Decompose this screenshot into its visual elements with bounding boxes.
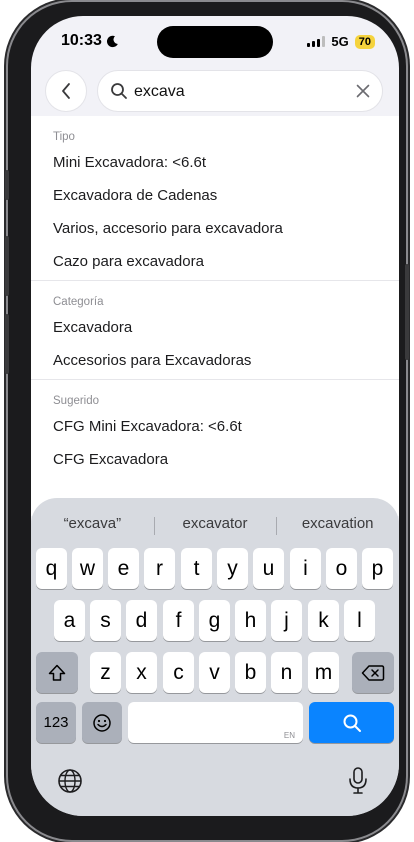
key-q[interactable]: q bbox=[36, 548, 67, 589]
search-input[interactable] bbox=[134, 81, 334, 103]
network-label: 5G bbox=[331, 34, 349, 49]
search-header bbox=[31, 66, 399, 116]
key-a[interactable]: a bbox=[54, 600, 85, 641]
key-y[interactable]: y bbox=[217, 548, 248, 589]
key-l[interactable]: l bbox=[344, 600, 375, 641]
suggestion-item[interactable]: excavator bbox=[153, 515, 277, 535]
section-sugerido: Sugerido CFG Mini Excavadora: <6.6t CFG … bbox=[31, 380, 399, 478]
key-r[interactable]: r bbox=[144, 548, 175, 589]
space-key[interactable]: EN bbox=[128, 702, 303, 743]
close-icon[interactable] bbox=[356, 84, 370, 98]
key-j[interactable]: j bbox=[271, 600, 302, 641]
power-button bbox=[405, 264, 409, 360]
status-time-group: 10:33 bbox=[61, 32, 119, 50]
delete-key[interactable] bbox=[352, 652, 394, 693]
key-x[interactable]: x bbox=[126, 652, 157, 693]
volume-up-button bbox=[5, 236, 9, 296]
result-item[interactable]: Excavadora de Cadenas bbox=[53, 179, 377, 212]
phone-frame: 10:33 5G 70 excava Tipo Mini Excavadora:… bbox=[5, 2, 409, 840]
key-b[interactable]: b bbox=[235, 652, 266, 693]
globe-icon[interactable] bbox=[57, 768, 83, 794]
search-bar[interactable] bbox=[97, 70, 383, 112]
suggestion-item[interactable]: excavation bbox=[276, 515, 399, 535]
shift-key[interactable] bbox=[36, 652, 78, 693]
key-w[interactable]: w bbox=[72, 548, 103, 589]
key-t[interactable]: t bbox=[181, 548, 212, 589]
key-z[interactable]: z bbox=[90, 652, 121, 693]
key-c[interactable]: c bbox=[163, 652, 194, 693]
moon-icon bbox=[106, 35, 118, 47]
result-item[interactable]: Mini Excavadora: <6.6t bbox=[53, 146, 377, 179]
emoji-key[interactable] bbox=[82, 702, 122, 743]
search-key[interactable] bbox=[309, 702, 394, 743]
section-tipo: Tipo Mini Excavadora: <6.6t Excavadora d… bbox=[31, 116, 399, 281]
key-e[interactable]: e bbox=[108, 548, 139, 589]
signal-icon bbox=[307, 36, 326, 47]
numbers-key[interactable]: 123 bbox=[36, 702, 76, 743]
key-k[interactable]: k bbox=[308, 600, 339, 641]
battery-badge: 70 bbox=[354, 34, 375, 49]
microphone-icon[interactable] bbox=[347, 766, 369, 796]
volume-down-button bbox=[5, 314, 9, 374]
key-i[interactable]: i bbox=[290, 548, 321, 589]
language-hint: EN bbox=[283, 731, 295, 740]
key-h[interactable]: h bbox=[235, 600, 266, 641]
key-o[interactable]: o bbox=[326, 548, 357, 589]
shift-icon bbox=[48, 664, 66, 681]
dynamic-island bbox=[157, 26, 273, 58]
status-time: 10:33 bbox=[61, 32, 102, 49]
backspace-icon bbox=[361, 664, 385, 681]
result-item[interactable]: Excavadora bbox=[53, 311, 377, 344]
emoji-icon bbox=[93, 713, 111, 732]
keyboard-bottom-bar bbox=[31, 760, 399, 800]
section-title: Sugerido bbox=[53, 395, 100, 407]
suggestion-item[interactable]: “excava” bbox=[31, 515, 154, 532]
key-f[interactable]: f bbox=[163, 600, 194, 641]
section-title: Tipo bbox=[53, 131, 75, 143]
silent-switch bbox=[5, 170, 9, 200]
section-title: Categoría bbox=[53, 296, 104, 308]
result-item[interactable]: Cazo para excavadora bbox=[53, 245, 377, 278]
keyboard: “excava” excavator excavation q w e r t … bbox=[31, 498, 399, 816]
key-p[interactable]: p bbox=[362, 548, 393, 589]
result-item[interactable]: CFG Excavadora bbox=[53, 443, 377, 476]
key-row-2: a s d f g h j k l bbox=[31, 600, 399, 641]
result-item[interactable]: Varios, accesorio para excavadora bbox=[53, 212, 377, 245]
screen: 10:33 5G 70 excava Tipo Mini Excavadora:… bbox=[31, 16, 399, 816]
chevron-left-icon bbox=[62, 83, 70, 99]
key-m[interactable]: m bbox=[308, 652, 339, 693]
key-s[interactable]: s bbox=[90, 600, 121, 641]
magnifier-icon bbox=[111, 83, 127, 99]
predictive-bar: “excava” excavator excavation bbox=[31, 506, 399, 540]
status-bar: 10:33 5G 70 bbox=[31, 16, 399, 66]
key-row-4: 123 EN bbox=[31, 702, 399, 743]
key-g[interactable]: g bbox=[199, 600, 230, 641]
key-row-1: q w e r t y u i o p bbox=[31, 548, 399, 589]
status-indicators: 5G 70 bbox=[307, 34, 375, 49]
section-categoria: Categoría Excavadora Accesorios para Exc… bbox=[31, 281, 399, 380]
key-v[interactable]: v bbox=[199, 652, 230, 693]
result-item[interactable]: Accesorios para Excavadoras bbox=[53, 344, 377, 377]
magnifier-icon bbox=[343, 714, 361, 732]
result-item[interactable]: CFG Mini Excavadora: <6.6t bbox=[53, 410, 377, 443]
back-button[interactable] bbox=[45, 70, 87, 112]
key-u[interactable]: u bbox=[253, 548, 284, 589]
key-d[interactable]: d bbox=[126, 600, 157, 641]
key-n[interactable]: n bbox=[271, 652, 302, 693]
search-results: Tipo Mini Excavadora: <6.6t Excavadora d… bbox=[31, 116, 399, 516]
key-row-3: z x c v b n m bbox=[31, 652, 399, 693]
